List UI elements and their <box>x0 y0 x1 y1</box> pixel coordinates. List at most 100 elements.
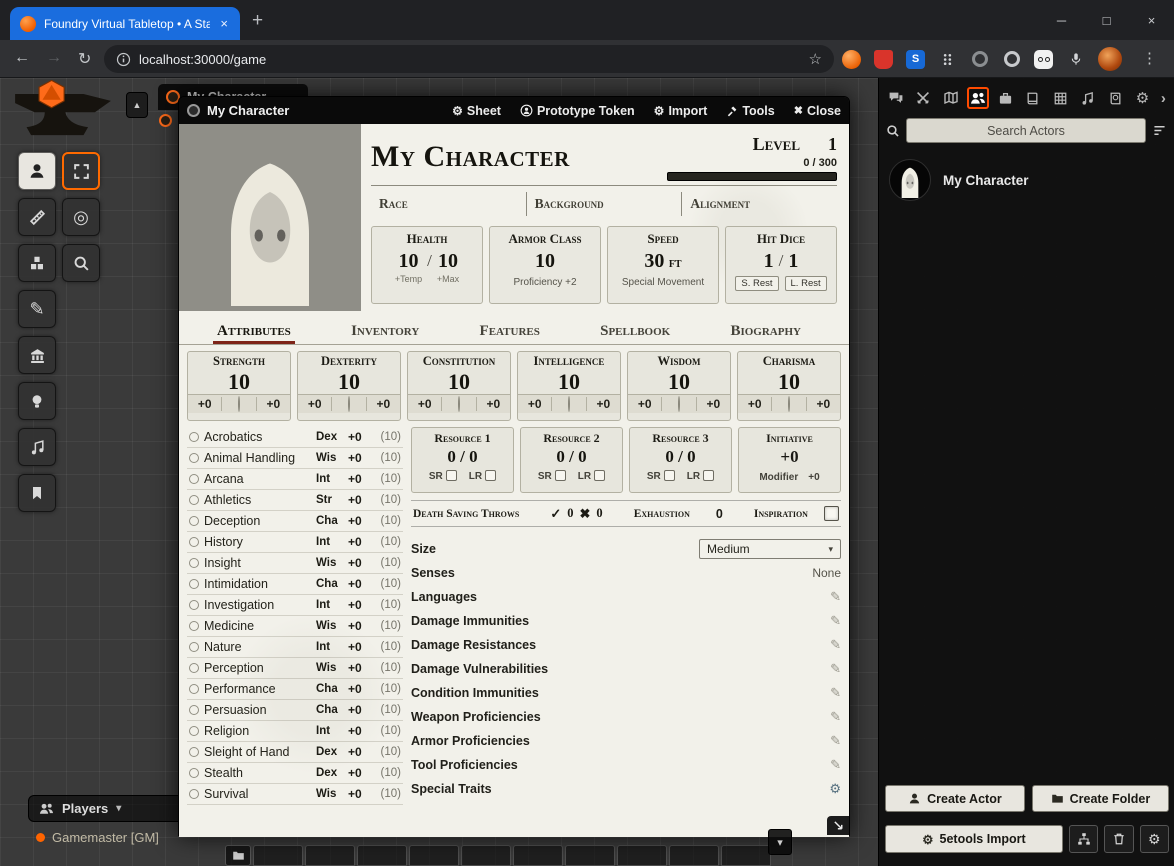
macro-slot[interactable] <box>721 845 771 866</box>
ability-name[interactable]: Charisma <box>738 352 840 369</box>
macro-slot[interactable] <box>409 845 459 866</box>
address-bar[interactable]: localhost:30000/game ☆ <box>104 45 834 73</box>
inspiration-checkbox[interactable] <box>824 506 839 521</box>
skill-proficiency-toggle[interactable] <box>189 579 199 589</box>
skill-proficiency-toggle[interactable] <box>189 474 199 484</box>
death-success-count[interactable]: 0 <box>567 506 573 521</box>
speed-value[interactable]: 30 <box>644 250 664 272</box>
search-actors-input[interactable] <box>906 118 1146 143</box>
sidebar-collapse-icon[interactable]: › <box>1159 90 1168 107</box>
site-info-icon[interactable] <box>116 52 131 67</box>
resource-max[interactable]: 0 <box>578 447 587 466</box>
skill-name[interactable]: Intimidation <box>204 577 311 591</box>
tab-combat[interactable] <box>912 87 934 109</box>
skill-proficiency-toggle[interactable] <box>189 453 199 463</box>
ability-score[interactable]: 10 <box>298 369 400 394</box>
skill-row[interactable]: Investigation Int +0 (10) <box>187 595 403 616</box>
wall-controls-button[interactable] <box>18 336 56 374</box>
skill-row[interactable]: Persuasion Cha +0 (10) <box>187 700 403 721</box>
sort-icon[interactable] <box>1152 123 1167 138</box>
skill-proficiency-toggle[interactable] <box>189 432 199 442</box>
sheet-titlebar[interactable]: My Character ⚙Sheet Prototype Token ⚙Imp… <box>179 97 849 124</box>
drawing-tools-button[interactable]: ✎ <box>18 290 56 328</box>
profile-avatar[interactable] <box>1098 47 1122 71</box>
ring-extension-icon[interactable] <box>1002 50 1021 69</box>
resource-value[interactable]: 0 <box>556 447 565 466</box>
new-tab-button[interactable]: + <box>252 10 263 32</box>
ability-proficiency-toggle[interactable] <box>442 397 475 411</box>
minimize-icon[interactable]: ─ <box>1039 13 1084 28</box>
resource-value[interactable]: 0 <box>665 447 674 466</box>
skill-name[interactable]: Survival <box>204 787 311 801</box>
skill-row[interactable]: Insight Wis +0 (10) <box>187 553 403 574</box>
xp-value[interactable]: 0 / 300 <box>659 157 837 169</box>
ability-score[interactable]: 10 <box>408 369 510 394</box>
ability-save[interactable]: +0 <box>366 397 400 411</box>
level-value[interactable]: 1 <box>828 134 837 155</box>
ability-proficiency-toggle[interactable] <box>222 397 255 411</box>
ac-value[interactable]: 10 <box>490 250 600 273</box>
notes-controls-button[interactable] <box>18 474 56 512</box>
long-rest-checkbox[interactable] <box>485 470 496 481</box>
initiative-value[interactable]: +0 <box>739 447 840 467</box>
skill-name[interactable]: Investigation <box>204 598 311 612</box>
macro-slot[interactable] <box>513 845 563 866</box>
target-tool-button[interactable]: ◎ <box>62 198 100 236</box>
tempmax-hp-label[interactable]: +Max <box>437 274 459 284</box>
ability-name[interactable]: Intelligence <box>518 352 620 369</box>
controls-collapse-button[interactable]: ▲ <box>126 92 148 118</box>
skill-proficiency-toggle[interactable] <box>189 621 199 631</box>
death-fail-icon[interactable]: ✖ <box>580 506 591 522</box>
ability-name[interactable]: Wisdom <box>628 352 730 369</box>
tools-button[interactable]: Tools <box>726 104 774 118</box>
skill-proficiency-toggle[interactable] <box>189 684 199 694</box>
ability-name[interactable]: Strength <box>188 352 290 369</box>
resource-label[interactable]: Resource 2 <box>521 428 622 446</box>
ability-proficiency-toggle[interactable] <box>552 397 585 411</box>
mic-extension-icon[interactable] <box>1066 50 1085 69</box>
skill-proficiency-toggle[interactable] <box>189 642 199 652</box>
macro-slot[interactable] <box>305 845 355 866</box>
game-canvas[interactable]: ▲ ◎ ✎ Players ▾ Gamemaster [GM] <box>0 78 1174 866</box>
tab-settings[interactable]: ⚙ <box>1132 87 1154 109</box>
death-fail-count[interactable]: 0 <box>596 506 602 521</box>
death-success-icon[interactable]: ✓ <box>550 506 561 522</box>
macro-slot[interactable] <box>617 845 667 866</box>
edit-icon[interactable]: ✎ <box>830 589 841 605</box>
close-sheet-button[interactable]: ✖Close <box>794 104 841 118</box>
edit-icon[interactable]: ✎ <box>830 613 841 629</box>
tab-scenes[interactable] <box>940 87 962 109</box>
resource-label[interactable]: Resource 3 <box>630 428 731 446</box>
skill-proficiency-toggle[interactable] <box>189 600 199 610</box>
edit-icon[interactable]: ✎ <box>830 757 841 773</box>
hotbar-collapse-button[interactable]: ▾ <box>768 829 792 855</box>
macro-slot[interactable] <box>669 845 719 866</box>
ability-proficiency-toggle[interactable] <box>772 397 805 411</box>
maximize-icon[interactable]: □ <box>1084 13 1129 28</box>
settings-button[interactable]: ⚙ <box>1140 825 1169 853</box>
resource-value[interactable]: 0 <box>447 447 456 466</box>
actor-name[interactable]: My Character <box>943 173 1029 188</box>
session-extension-icon[interactable]: S <box>906 50 925 69</box>
import-button[interactable]: ⚙Import <box>654 104 708 118</box>
sheet-tab[interactable]: Features <box>476 321 544 344</box>
create-actor-button[interactable]: Create Actor <box>885 785 1025 812</box>
tab-close-icon[interactable]: × <box>218 16 230 31</box>
browser-menu-icon[interactable]: ⋮ <box>1142 49 1158 67</box>
skill-proficiency-toggle[interactable] <box>189 747 199 757</box>
ability-score[interactable]: 10 <box>518 369 620 394</box>
bookmark-star-icon[interactable]: ☆ <box>809 50 822 68</box>
macro-folder-button[interactable] <box>225 845 251 866</box>
back-icon[interactable]: ← <box>14 49 30 67</box>
skill-name[interactable]: Athletics <box>204 493 311 507</box>
skill-row[interactable]: Animal Handling Wis +0 (10) <box>187 448 403 469</box>
folder-tree-button[interactable] <box>1069 825 1098 853</box>
sheet-tab[interactable]: Inventory <box>347 321 423 344</box>
skill-row[interactable]: Sleight of Hand Dex +0 (10) <box>187 742 403 763</box>
tab-compendium[interactable] <box>1104 87 1126 109</box>
tab-actors[interactable] <box>967 87 989 109</box>
skill-name[interactable]: Medicine <box>204 619 311 633</box>
skill-name[interactable]: Insight <box>204 556 311 570</box>
skill-row[interactable]: Athletics Str +0 (10) <box>187 490 403 511</box>
prototype-token-button[interactable]: Prototype Token <box>520 104 635 118</box>
